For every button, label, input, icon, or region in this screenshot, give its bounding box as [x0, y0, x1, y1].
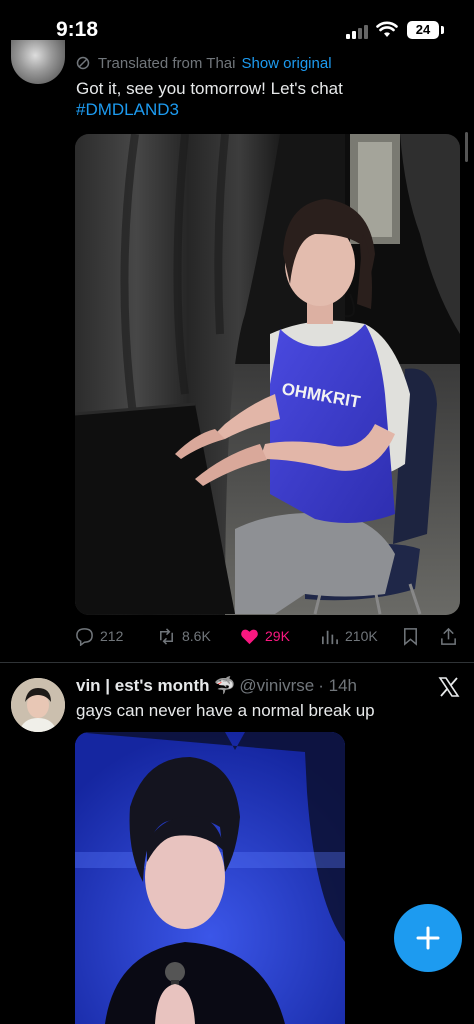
views-count: 210K	[345, 628, 378, 644]
reply-icon	[76, 627, 93, 646]
battery-icon: 24	[407, 21, 439, 39]
share-button[interactable]	[439, 624, 464, 648]
reply-button[interactable]: 212	[75, 624, 123, 648]
status-bar: 9:18 24	[0, 0, 474, 56]
retweet-icon	[160, 627, 173, 645]
tweet-user-row: vin | est's month 🦈 @vinivrse · 14h	[76, 676, 357, 696]
photo-illustration	[75, 732, 345, 1024]
tweet-time: · 14h	[318, 676, 358, 695]
tweet-text: Got it, see you tomorrow! Let's chat	[76, 79, 343, 98]
compose-button[interactable]	[394, 904, 462, 972]
avatar[interactable]	[11, 678, 65, 732]
scrollbar[interactable]	[465, 132, 468, 162]
like-button[interactable]: 29K	[240, 624, 290, 648]
avatar[interactable]	[11, 40, 65, 84]
user-handle[interactable]: @vinivrse	[239, 676, 314, 695]
battery-nub	[441, 26, 444, 34]
tweet-photo[interactable]: OHMKRIT	[75, 134, 460, 615]
translate-icon	[76, 55, 98, 72]
display-name[interactable]: vin | est's month 🦈	[76, 676, 235, 695]
hashtag-link[interactable]: #DMDLAND3	[76, 100, 179, 120]
x-logo-icon[interactable]	[438, 676, 460, 698]
views-icon	[321, 630, 338, 644]
tweet-photo[interactable]	[75, 732, 345, 1024]
avatar-image	[11, 678, 65, 732]
views-button[interactable]: 210K	[320, 624, 378, 648]
translated-label: Translated from Thai	[97, 55, 236, 72]
tweet-text: gays can never have a normal break up	[76, 701, 375, 720]
like-count: 29K	[265, 628, 290, 644]
bookmark-button[interactable]	[401, 624, 426, 648]
retweet-button[interactable]: 8.6K	[157, 624, 211, 648]
tweet-actions: 212 8.6K 29K 210K	[75, 624, 465, 648]
tweet-divider	[0, 662, 474, 663]
heart-icon	[241, 629, 258, 644]
wifi-icon	[376, 21, 398, 37]
bookmark-icon	[404, 627, 417, 646]
reply-count: 212	[100, 628, 124, 644]
signal-icon	[346, 23, 372, 39]
plus-icon	[416, 926, 440, 950]
status-time: 9:18	[56, 18, 99, 41]
translation-row: Translated from Thai Show original	[76, 55, 332, 72]
retweet-count: 8.6K	[182, 628, 211, 644]
photo-illustration: OHMKRIT	[75, 134, 460, 615]
show-original-link[interactable]: Show original	[241, 55, 331, 72]
share-icon	[441, 627, 456, 645]
